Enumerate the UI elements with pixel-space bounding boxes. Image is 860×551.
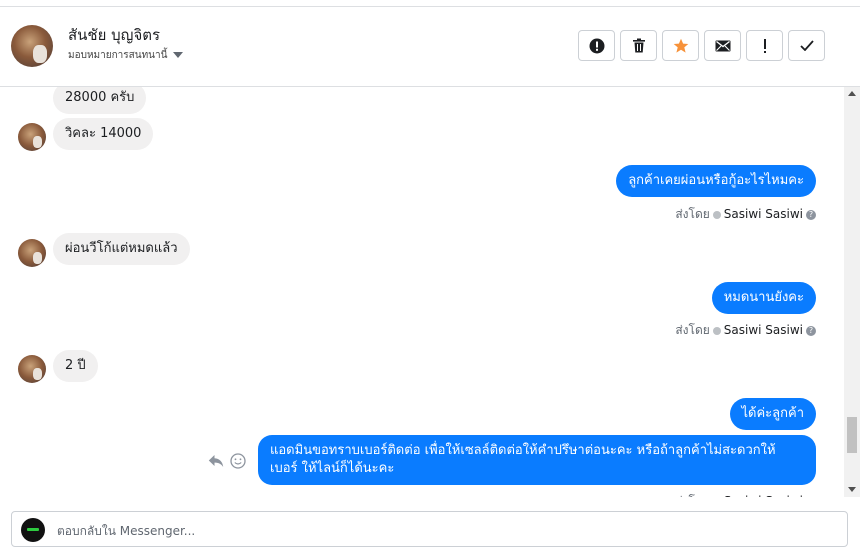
reply-box[interactable]: ตอบกลับใน Messenger... [11,511,848,547]
conversation-header: สันชัย บุญจิตร มอบหมายการสนทนานี้ [0,7,860,87]
message-bubble-outgoing: แอดมินขอทราบเบอร์ติดต่อ เพื่อให้เซลล์ติด… [258,435,816,485]
star-button[interactable] [662,30,699,61]
message-actions [208,453,246,469]
delete-button[interactable] [620,30,657,61]
message-bubble-outgoing: ลูกค้าเคยผ่อนหรือกู้อะไรไหมคะ [616,165,816,197]
emoji-react-icon[interactable] [230,453,246,469]
verified-icon [712,210,721,219]
info-icon[interactable]: ? [806,209,816,220]
caret-down-icon [173,52,184,58]
info-icon[interactable]: ? [806,325,816,336]
sent-by-label: ส่งโดย Sasiwi Sasiwi? [675,205,816,224]
assign-conversation-dropdown[interactable]: มอบหมายการสนทนานี้ [68,48,184,63]
top-strip [0,0,860,7]
thread-scrollbar[interactable] [844,87,860,497]
sent-by-agent: Sasiwi Sasiwi [723,207,803,221]
scrollbar-thumb[interactable] [847,417,857,453]
sent-by-label: ส่งโดย Sasiwi Sasiwi? [675,321,816,340]
page-avatar [21,518,45,542]
message-bubble-incoming: ผ่อนวีโก้แต่หมดแล้ว [53,233,190,265]
scroll-up-arrow-icon[interactable] [848,91,856,96]
sent-by-agent: Sasiwi Sasiwi [724,494,803,497]
sent-by-agent: Sasiwi Sasiwi [723,323,803,337]
message-bubble-outgoing: ได้ค่ะลูกค้า [729,398,816,430]
assign-label: มอบหมายการสนทนานี้ [68,50,168,61]
check-icon [799,40,814,51]
follow-up-button[interactable] [746,30,783,61]
mail-icon [715,40,730,51]
mark-spam-button[interactable] [578,30,615,61]
follow-up-icon [763,38,766,53]
message-line-1: แอดมินขอทราบเบอร์ติดต่อ เพื่อให้เซลล์ติด… [270,443,776,458]
message-bubble-incoming: 2 ปี [53,350,98,382]
contact-name[interactable]: สันชัย บุญจิตร [68,23,160,47]
contact-avatar[interactable] [11,25,53,67]
mark-done-button[interactable] [788,30,825,61]
message-bubble-incoming: 28000 ครับ [53,87,147,114]
sent-by-label: ส่งโดย Sasiwi Sasiwi? [675,492,816,497]
sent-by-prefix: ส่งโดย [675,323,710,337]
message-line-2: เบอร์ ให้ไลน์ก็ได้นะคะ [270,461,395,476]
reply-input-placeholder[interactable]: ตอบกลับใน Messenger... [57,522,195,541]
star-icon [673,38,688,53]
info-icon[interactable]: ? [806,496,816,497]
message-bubble-outgoing: หมดนานยังคะ [711,282,816,314]
mark-unread-button[interactable] [704,30,741,61]
message-thread: 28000 ครับ วิคละ 14000 ลูกค้าเคยผ่อนหรือ… [0,87,844,497]
scroll-down-arrow-icon[interactable] [848,487,856,492]
contact-avatar-small [18,355,46,383]
contact-avatar-small [18,123,46,151]
reply-icon[interactable] [208,454,224,468]
verified-icon [712,326,721,335]
spam-icon [589,38,604,53]
action-toolbar [578,30,825,61]
trash-icon [632,38,645,53]
contact-avatar-small [18,239,46,267]
message-bubble-incoming: วิคละ 14000 [53,118,154,150]
sent-by-prefix: ส่งโดย [675,494,709,497]
sent-by-prefix: ส่งโดย [675,207,710,221]
